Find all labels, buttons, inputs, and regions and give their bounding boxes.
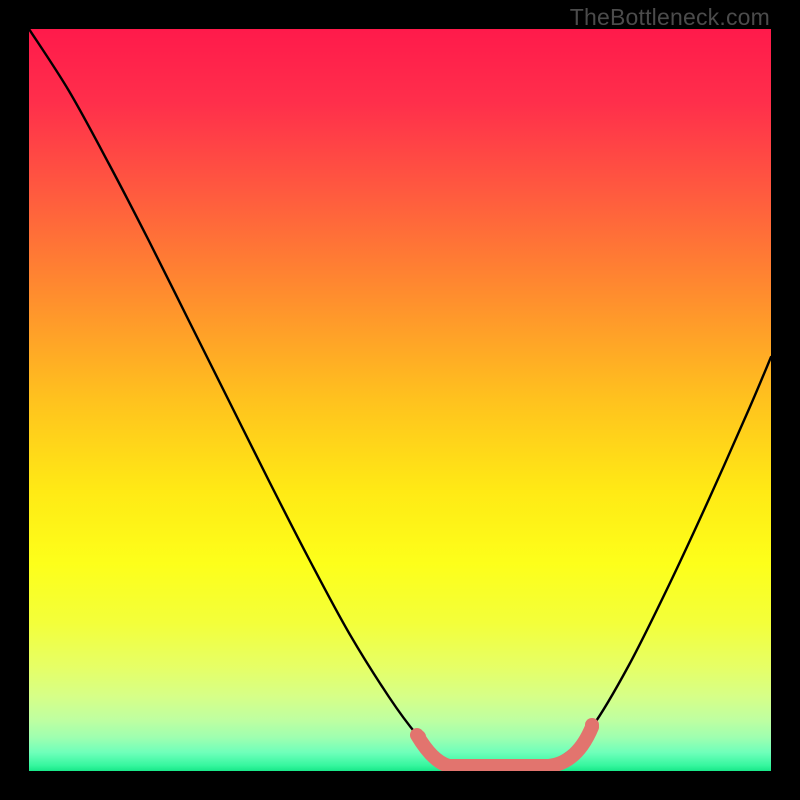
curve-layer [29, 29, 771, 771]
watermark-text: TheBottleneck.com [570, 4, 770, 31]
plot-area [29, 29, 771, 771]
highlight-segment [417, 727, 592, 766]
highlight-end-dot [585, 718, 599, 732]
highlight-dot [412, 730, 426, 744]
bottleneck-curve [29, 29, 771, 770]
chart-stage: TheBottleneck.com [0, 0, 800, 800]
